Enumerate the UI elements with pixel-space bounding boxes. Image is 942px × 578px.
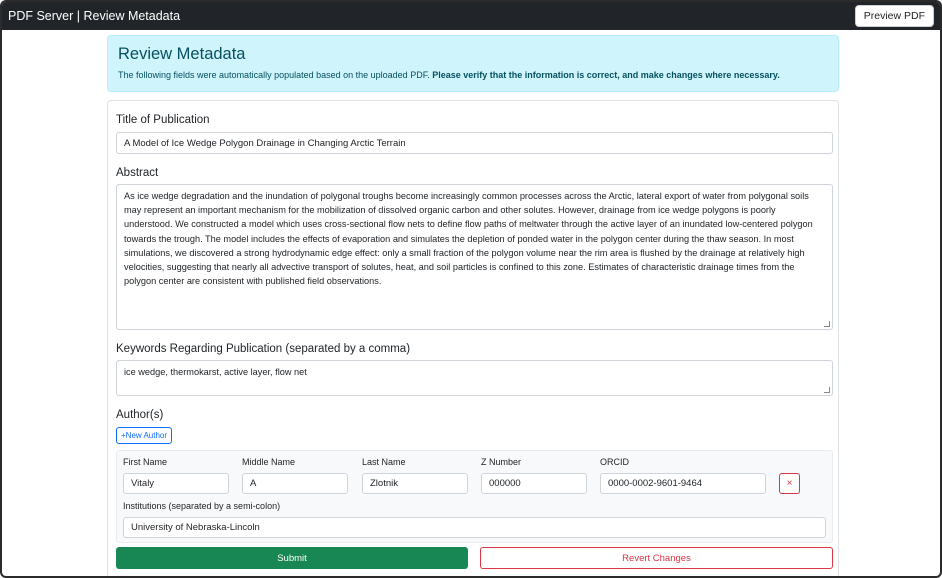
middle-name-input[interactable]: A: [242, 473, 348, 494]
institutions-label: Institutions (separated by a semi-colon): [123, 501, 281, 511]
last-name-label: Last Name: [362, 457, 406, 467]
app-window: PDF Server | Review Metadata Preview PDF…: [0, 0, 942, 578]
navbar: PDF Server | Review Metadata Preview PDF: [2, 2, 940, 30]
author-entry: First Name Middle Name Last Name Z Numbe…: [116, 450, 833, 543]
metadata-form: Title of Publication A Model of Ice Wedg…: [107, 100, 839, 576]
first-name-label: First Name: [123, 457, 168, 467]
alert-description: The following fields were automatically …: [118, 70, 430, 80]
authors-label: Author(s): [116, 409, 164, 421]
abstract-text: As ice wedge degradation and the inundat…: [124, 191, 813, 287]
abstract-textarea[interactable]: As ice wedge degradation and the inundat…: [116, 184, 833, 330]
abstract-label: Abstract: [116, 167, 159, 179]
resize-grip-icon[interactable]: [824, 321, 830, 327]
keywords-textarea[interactable]: ice wedge, thermokarst, active layer, fl…: [116, 360, 833, 396]
alert-emphasis: Please verify that the information is co…: [432, 70, 780, 80]
keywords-text: ice wedge, thermokarst, active layer, fl…: [124, 367, 307, 377]
info-alert: Review Metadata The following fields wer…: [107, 35, 839, 92]
revert-changes-button[interactable]: Revert Changes: [480, 547, 833, 569]
remove-author-button[interactable]: ×: [779, 473, 800, 494]
title-input[interactable]: A Model of Ice Wedge Polygon Drainage in…: [116, 132, 833, 154]
first-name-input[interactable]: Vitaly: [123, 473, 229, 494]
orcid-input[interactable]: 0000-0002-9601-9464: [600, 473, 766, 494]
alert-heading: Review Metadata: [118, 45, 246, 63]
close-icon: ×: [786, 478, 793, 489]
institutions-input[interactable]: University of Nebraska-Lincoln: [123, 517, 826, 538]
submit-button[interactable]: Submit: [116, 547, 468, 569]
alert-text: The following fields were automatically …: [118, 70, 828, 80]
resize-grip-icon[interactable]: [824, 387, 830, 393]
last-name-input[interactable]: Zlotnik: [362, 473, 468, 494]
z-number-label: Z Number: [481, 457, 522, 467]
middle-name-label: Middle Name: [242, 457, 296, 467]
keywords-label: Keywords Regarding Publication (separate…: [116, 343, 411, 355]
new-author-button[interactable]: +New Author: [116, 427, 173, 444]
orcid-label: ORCID: [600, 457, 629, 467]
preview-pdf-button[interactable]: Preview PDF: [854, 5, 934, 27]
z-number-input[interactable]: 000000: [481, 473, 587, 494]
title-label: Title of Publication: [116, 114, 210, 126]
navbar-brand[interactable]: PDF Server | Review Metadata: [8, 9, 180, 23]
